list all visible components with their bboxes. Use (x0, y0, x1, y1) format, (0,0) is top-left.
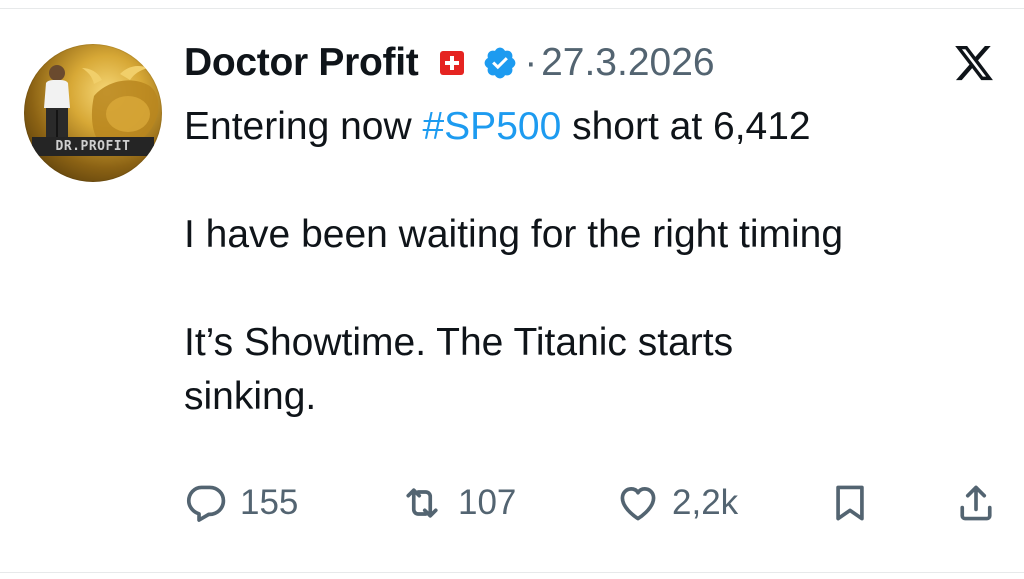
like-button[interactable]: 2,2k (616, 478, 738, 528)
tweet-header: Doctor Profit · 27.3.2026 (184, 38, 715, 88)
share-icon (954, 481, 998, 525)
tweet-line-1: Entering now #SP500 short at 6,412 (184, 100, 994, 154)
top-divider (0, 8, 1024, 9)
bookmark-button[interactable] (828, 478, 872, 528)
tweet-text: Entering now #SP500 short at 6,412 I hav… (184, 100, 994, 424)
repost-icon (398, 481, 446, 525)
reply-button[interactable]: 155 (184, 478, 298, 528)
action-bar: 155 107 2,2k (184, 478, 1004, 528)
like-count: 2,2k (672, 483, 739, 522)
share-button[interactable] (954, 478, 998, 528)
repost-count: 107 (458, 483, 517, 522)
hashtag-link[interactable]: #SP500 (422, 105, 561, 148)
display-name[interactable]: Doctor Profit (184, 41, 419, 85)
avatar-label: DR.PROFIT (32, 137, 154, 156)
reply-icon (184, 481, 228, 525)
tweet-date[interactable]: 27.3.2026 (541, 41, 715, 85)
tweet-line-3: It’s Showtime. The Titanic starts (184, 321, 734, 364)
swiss-flag-icon (440, 51, 465, 75)
heart-icon (616, 481, 660, 525)
tweet-line-2: I have been waiting for the right timing (184, 213, 844, 256)
verified-badge-icon[interactable] (482, 45, 518, 81)
text-entering: Entering now (184, 105, 423, 148)
tweet-line-4: sinking. (184, 375, 317, 418)
text-short-at: short at 6,412 (561, 105, 811, 148)
bottom-divider (0, 572, 1024, 573)
avatar-artwork (44, 65, 159, 149)
bookmark-icon (828, 481, 872, 525)
x-logo-icon (952, 42, 996, 84)
avatar[interactable]: DR.PROFIT (24, 44, 162, 182)
separator-dot: · (524, 41, 538, 84)
reply-count: 155 (240, 483, 299, 522)
repost-button[interactable]: 107 (398, 478, 516, 528)
tweet-card: DR.PROFIT Doctor Profit · 27.3.2026 Ente… (0, 0, 1024, 579)
